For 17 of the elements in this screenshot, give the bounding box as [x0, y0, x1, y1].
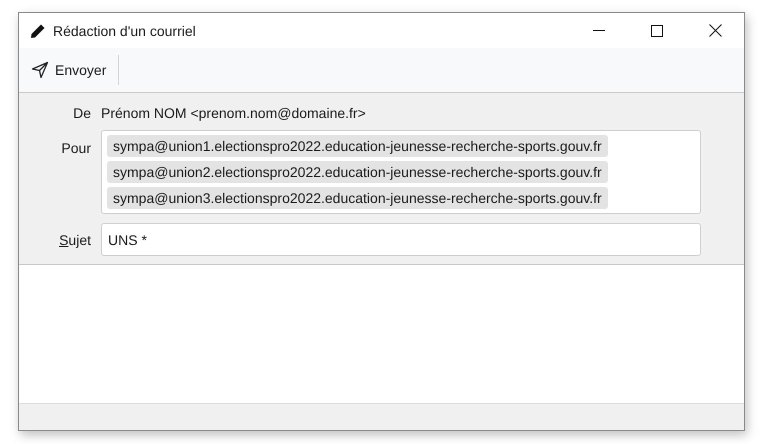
- recipients-field[interactable]: [101, 130, 701, 214]
- subject-field[interactable]: UNS *: [101, 223, 701, 256]
- pencil-icon: [30, 22, 46, 38]
- recipient-chip[interactable]: sympa@union3.electionspro2022.education-jeunesse-recherche-sports.gouv.fr: [107, 187, 608, 209]
- message-body[interactable]: [19, 265, 744, 403]
- close-icon: [708, 24, 722, 37]
- send-button[interactable]: Envoyer: [25, 57, 112, 83]
- send-icon: [31, 61, 49, 79]
- subject-label: Sujet: [58, 232, 92, 248]
- recipient-chip[interactable]: sympa@union1.electionspro2022.education-jeunesse-recherche-sports.gouv.fr: [107, 135, 608, 157]
- recipient-chip[interactable]: sympa@union2.electionspro2022.education-jeunesse-recherche-sports.gouv.fr: [107, 161, 608, 183]
- maximize-icon: [651, 24, 663, 36]
- minimize-icon: [593, 30, 605, 31]
- window-title: Rédaction d'un courriel: [53, 22, 196, 38]
- sender-address: Prénom NOM <prenom.nom@domaine.fr>: [101, 105, 366, 121]
- from-label: De: [72, 105, 92, 121]
- to-label: Pour: [60, 139, 92, 156]
